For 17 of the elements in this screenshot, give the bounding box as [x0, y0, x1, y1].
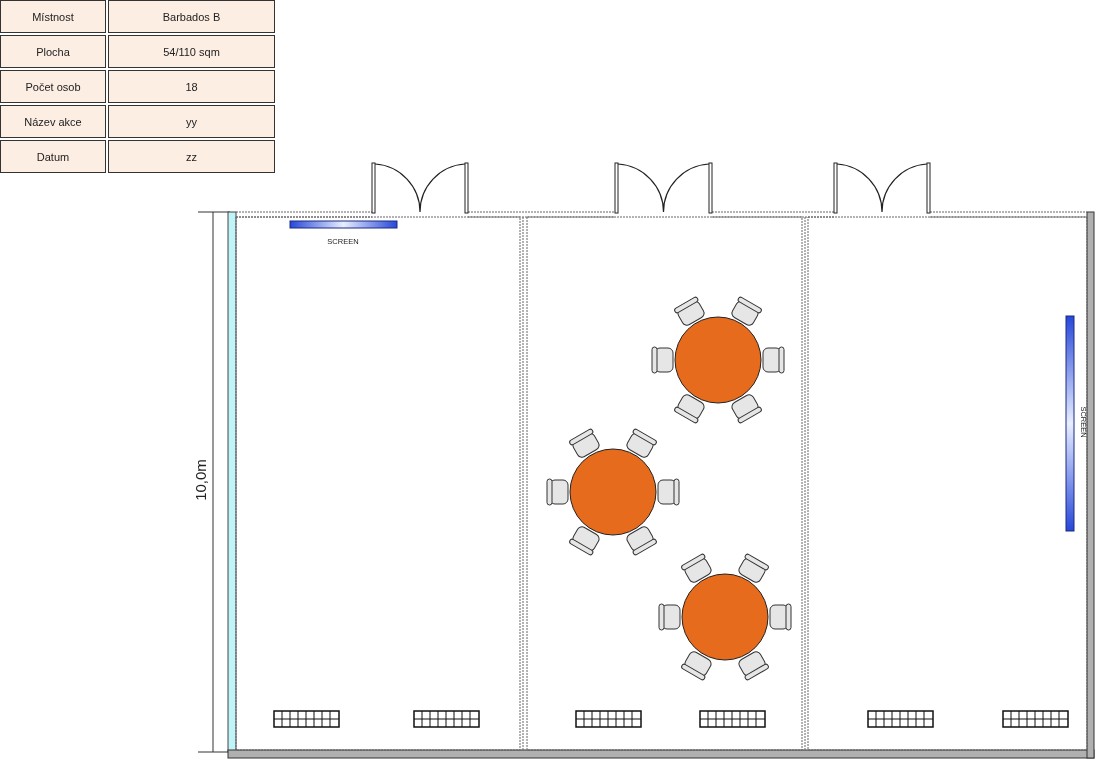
radiator-icon [575, 710, 642, 728]
value-cell: Barbados B [108, 0, 275, 33]
radiator-icon [699, 710, 766, 728]
value-cell: 54/110 sqm [108, 35, 275, 68]
radiator-icon [867, 710, 934, 728]
value-cell: 18 [108, 70, 275, 103]
label-cell: Místnost [0, 0, 106, 33]
label-cell: Název akce [0, 105, 106, 138]
value-cell: zz [108, 140, 275, 173]
label-cell: Datum [0, 140, 106, 173]
radiator-icon [273, 710, 340, 728]
value-cell: yy [108, 105, 275, 138]
label-cell: Plocha [0, 35, 106, 68]
radiator-icon [1002, 710, 1069, 728]
label-cell: Počet osob [0, 70, 106, 103]
dimension-label: 10,0m [192, 459, 209, 501]
radiator-icon [413, 710, 480, 728]
